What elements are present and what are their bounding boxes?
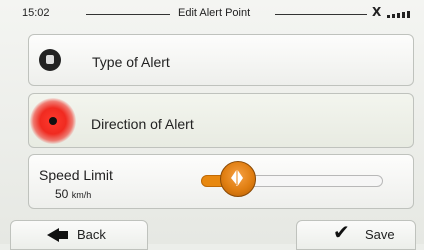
signal-bars-icon [387,10,411,18]
direction-marker-dot [49,117,57,125]
direction-marker-icon [30,98,76,144]
top-bar: 15:02 Edit Alert Point 𝗫 [0,0,424,26]
back-arrow-icon-tail [58,231,68,239]
speed-limit-label: Speed Limit [39,167,113,183]
gps-status-icon: 𝗫 [372,5,382,19]
back-button[interactable]: Back [10,220,148,250]
title-rule-right [275,14,367,15]
clock: 15:02 [22,7,50,19]
title-rule-left [86,14,170,15]
direction-of-alert-button[interactable]: Direction of Alert [28,93,414,148]
speed-limit-number: 50 [55,187,69,201]
save-label: Save [365,227,395,242]
direction-of-alert-label: Direction of Alert [91,116,194,132]
speed-limit-value: 50 km/h [55,187,91,201]
checkmark-icon: ✔ [333,222,350,244]
type-of-alert-label: Type of Alert [92,54,170,70]
back-label: Back [77,227,106,242]
speed-limit-row: Speed Limit 50 km/h [28,154,414,209]
alert-type-icon [39,49,61,71]
type-of-alert-button[interactable]: Type of Alert [28,34,414,86]
save-button[interactable]: ✔ Save [296,220,416,250]
speed-limit-unit: km/h [71,190,92,200]
speed-limit-slider-knob[interactable] [220,161,256,197]
page-title: Edit Alert Point [178,7,251,19]
